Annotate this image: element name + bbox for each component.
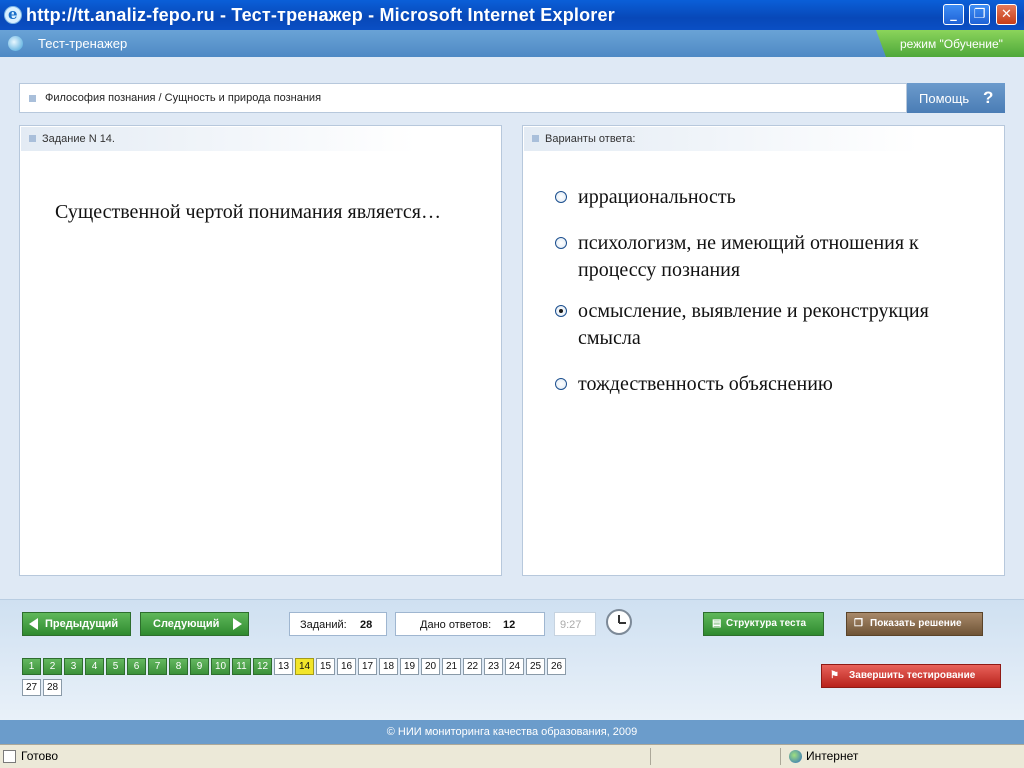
answered-count-box: Дано ответов: 12 [395,612,545,636]
question-text: Существенной чертой понимания является… [55,201,442,223]
task-number-cell[interactable]: 1 [22,658,41,675]
status-text: Готово [21,749,59,763]
restore-icon[interactable]: ❐ [969,4,990,25]
answer-option[interactable]: психологизм, не имеющий отношения к проц… [555,230,958,284]
zone-label: Интернет [806,749,859,763]
arrow-right-icon [233,618,242,630]
next-label: Следующий [153,618,220,630]
task-number-cell[interactable]: 13 [274,658,293,675]
task-number-cell[interactable]: 26 [547,658,566,675]
structure-label: Структура теста [726,618,807,629]
show-solution-button[interactable]: ❐ Показать решение [846,612,983,636]
question-header: Задание N 14. [21,127,416,151]
timer: 9:27 [560,619,582,631]
finish-label: Завершить тестирование [849,670,976,681]
status-separator [650,748,651,765]
tasks-label: Заданий: [300,619,347,631]
task-number-cell[interactable]: 20 [421,658,440,675]
task-number-cell[interactable]: 19 [400,658,419,675]
prev-button[interactable]: Предыдущий [22,612,131,636]
structure-icon: ▤ [712,618,722,629]
page-icon [3,750,16,763]
question-number: Задание N 14. [42,133,115,145]
runner-icon: ⚑ [830,670,839,681]
task-number-cell[interactable]: 25 [526,658,545,675]
task-number-cell[interactable]: 6 [127,658,146,675]
arrow-left-icon [29,618,38,630]
answer-text: иррациональность [578,186,736,208]
solution-label: Показать решение [870,618,962,629]
finish-test-button[interactable]: ⚑ Завершить тестирование [821,664,1001,688]
footer: © НИИ мониторинга качества образования, … [0,720,1024,744]
prev-label: Предыдущий [45,618,119,630]
answers-panel: Варианты ответа: иррациональность психол… [522,125,1005,576]
task-number-cell[interactable]: 15 [316,658,335,675]
close-icon[interactable]: ✕ [996,4,1017,25]
answered-label: Дано ответов: [420,619,492,631]
next-button[interactable]: Следующий [140,612,249,636]
bullet-icon [532,135,539,142]
task-number-cell[interactable]: 4 [85,658,104,675]
answer-option[interactable]: иррациональность [555,184,958,211]
mode-badge: режим "Обучение" [876,30,1024,57]
task-number-cell[interactable]: 10 [211,658,230,675]
task-number-cell[interactable]: 5 [106,658,125,675]
question-mark-icon: ? [983,88,994,107]
radio-button-selected[interactable] [555,305,567,317]
task-number-cell[interactable]: 17 [358,658,377,675]
task-number-cell[interactable]: 21 [442,658,461,675]
book-icon: ❐ [854,618,863,629]
answer-option[interactable]: тождественность объяснению [555,371,958,398]
app-logo-icon [8,36,23,51]
task-number-cell[interactable]: 23 [484,658,503,675]
task-number-cell[interactable]: 2 [43,658,62,675]
task-number-cell[interactable]: 3 [64,658,83,675]
task-number-cell[interactable]: 24 [505,658,524,675]
help-label: Помощь [919,91,970,106]
answers-header: Варианты ответа: [524,127,919,151]
task-number-cell[interactable]: 16 [337,658,356,675]
mode-label: режим "Обучение" [900,37,1003,51]
answer-text: психологизм, не имеющий отношения к проц… [578,232,919,281]
task-number-cell[interactable]: 28 [43,679,62,696]
task-number-cell[interactable]: 11 [232,658,251,675]
breadcrumb-text: Философия познания / Сущность и природа … [45,92,322,104]
task-number-cell[interactable]: 22 [463,658,482,675]
answered-count: 12 [503,619,516,631]
answer-text: осмысление, выявление и реконструкция см… [578,300,929,349]
help-button[interactable]: Помощь ? [907,83,1005,113]
task-number-cell[interactable]: 8 [169,658,188,675]
radio-button[interactable] [555,237,567,249]
radio-button[interactable] [555,378,567,390]
radio-button[interactable] [555,191,567,203]
window-title-bar[interactable]: http://tt.analiz-fepo.ru - Тест-тренажер… [0,0,1024,30]
task-number-cell[interactable]: 9 [190,658,209,675]
timer-box: 9:27 [554,612,596,636]
app-title: Тест-тренажер [38,36,128,51]
minimize-icon[interactable]: _ [943,4,964,25]
test-structure-button[interactable]: ▤ Структура теста [703,612,824,636]
bullet-icon [29,135,36,142]
status-separator [780,748,781,765]
clock-icon [606,609,632,635]
app-header: Тест-тренажер [0,30,1024,57]
bullet-icon [29,95,36,102]
answer-text: тождественность объяснению [578,373,833,395]
ie-icon [4,5,22,24]
breadcrumb: Философия познания / Сущность и природа … [19,83,907,113]
internet-zone-icon [789,750,802,763]
status-bar: Готово Интернет [0,744,1024,768]
answers-header-label: Варианты ответа: [545,133,636,145]
task-number-cell[interactable]: 27 [22,679,41,696]
window-title: http://tt.analiz-fepo.ru - Тест-тренажер… [26,5,615,25]
task-number-cell[interactable]: 18 [379,658,398,675]
answer-option[interactable]: осмысление, выявление и реконструкция см… [555,298,958,352]
question-panel: Задание N 14. Существенной чертой понима… [19,125,502,576]
task-number-cell[interactable]: 12 [253,658,272,675]
tasks-count-box: Заданий: 28 [289,612,387,636]
task-number-cell[interactable]: 7 [148,658,167,675]
task-number-cell[interactable]: 14 [295,658,314,675]
tasks-count: 28 [360,619,373,631]
